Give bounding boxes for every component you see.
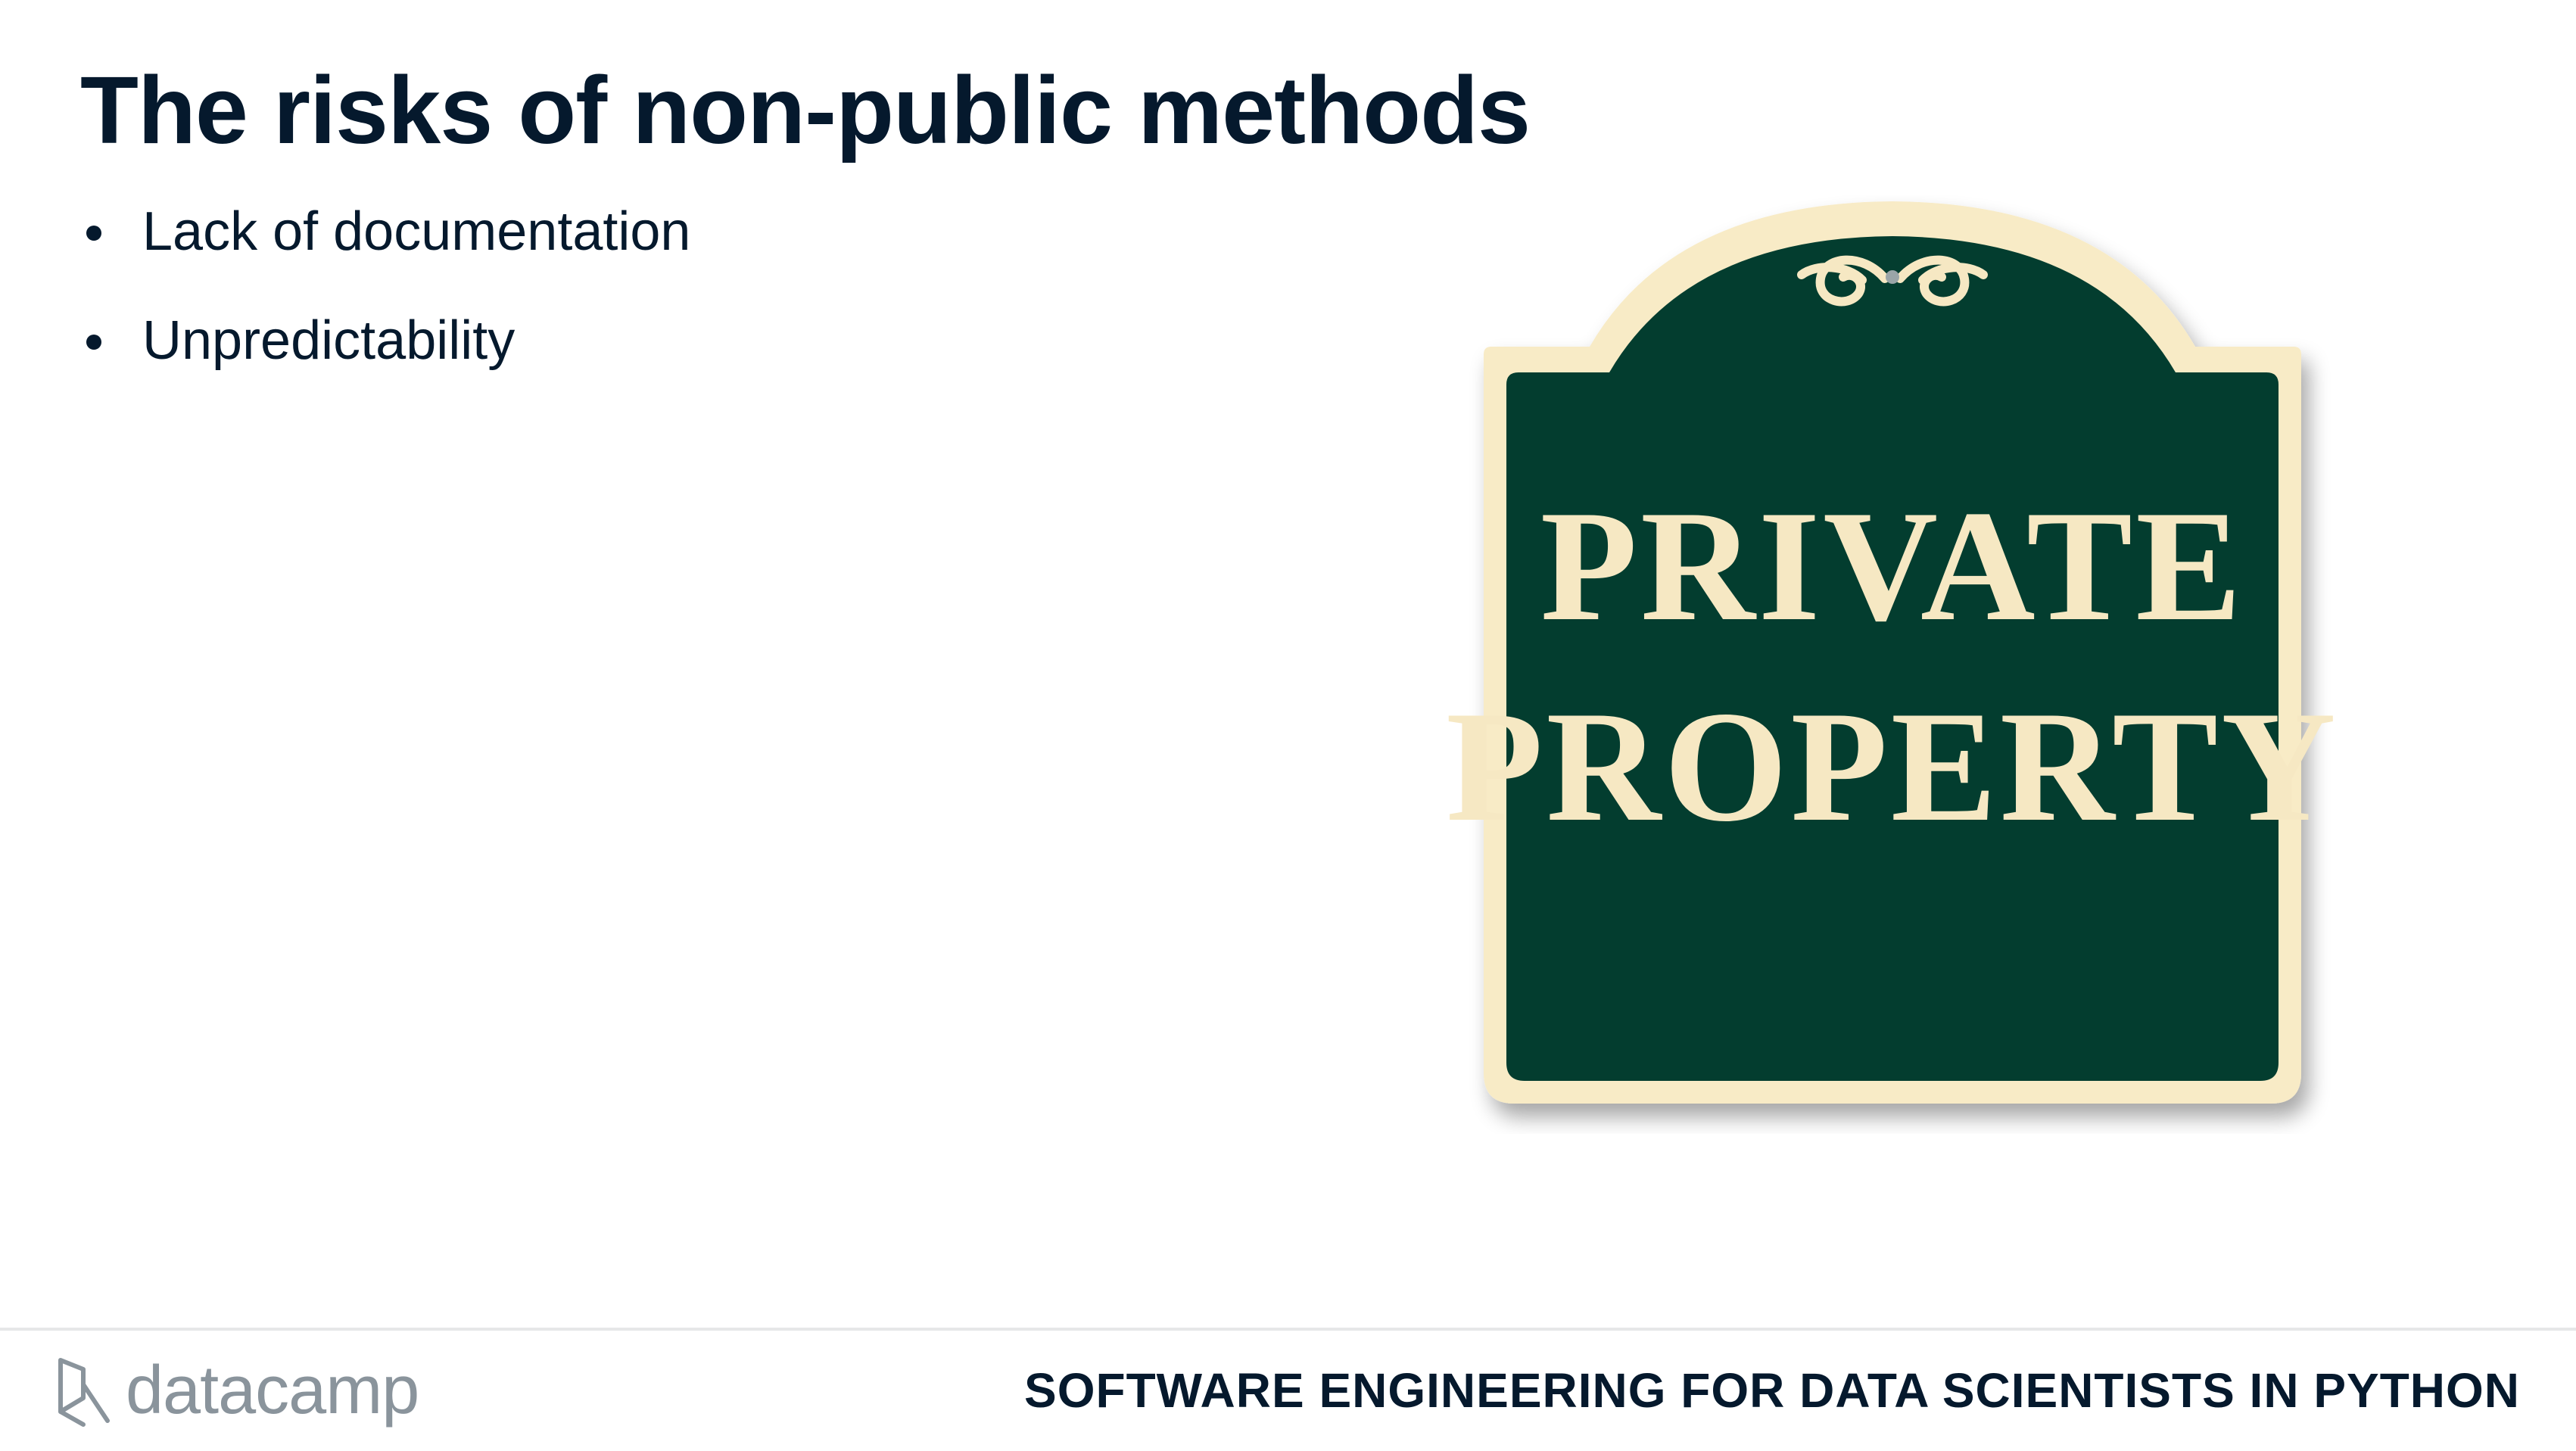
slide-title: The risks of non-public methods	[80, 57, 1531, 163]
datacamp-logo: datacamp	[53, 1349, 419, 1432]
logo-text: datacamp	[126, 1353, 419, 1428]
bullet-list: Lack of documentation Unpredictability	[80, 191, 690, 409]
datacamp-logo-icon	[58, 1358, 110, 1427]
bullet-dot-icon	[86, 226, 101, 241]
bullet-item: Unpredictability	[80, 300, 690, 381]
footer-divider	[0, 1328, 2576, 1331]
private-property-sign-image: PRIVATE PROPERTY	[1438, 195, 2347, 1134]
bullet-item: Lack of documentation	[80, 191, 690, 272]
sign-panel	[1506, 236, 2279, 1081]
sign-text-line-2: PROPERTY	[1446, 679, 2339, 855]
bullet-text: Unpredictability	[142, 310, 516, 371]
bullet-text: Lack of documentation	[142, 201, 691, 262]
bullet-dot-icon	[86, 335, 101, 350]
course-title: SOFTWARE ENGINEERING FOR DATA SCIENTISTS…	[1024, 1363, 2520, 1418]
sign-text-line-1: PRIVATE	[1540, 478, 2244, 654]
